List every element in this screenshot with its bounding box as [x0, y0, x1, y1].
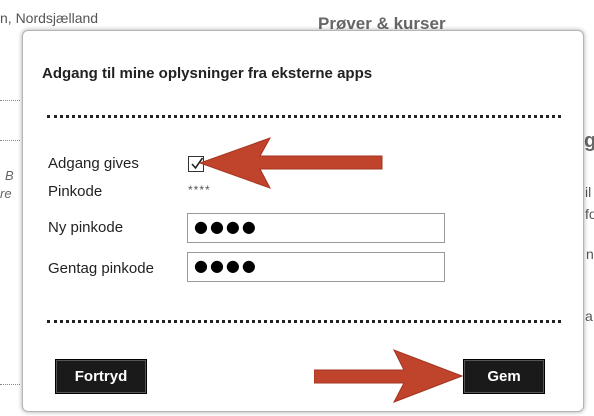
access-label: Adgang gives: [48, 155, 139, 172]
pin-access-dialog: Adgang til mine oplysninger fra eksterne…: [22, 30, 584, 412]
cancel-button[interactable]: Fortryd: [55, 359, 147, 394]
new-pin-input[interactable]: ●●●●: [187, 213, 445, 243]
pin-label: Pinkode: [48, 183, 103, 200]
bg-right-fragment: g: [584, 130, 594, 152]
bg-divider: [0, 384, 20, 385]
arrow-left-icon: [200, 137, 383, 189]
bg-location-text: n, Nordsjælland: [0, 10, 99, 26]
repeat-pin-label: Gentag pinkode: [48, 260, 154, 277]
bg-left-fragment: re: [0, 186, 12, 201]
arrow-right-icon: [314, 349, 464, 403]
dialog-title: Adgang til mine oplysninger fra eksterne…: [42, 65, 373, 82]
bg-right-fragment: fo: [585, 206, 594, 222]
repeat-pin-input[interactable]: ●●●●: [187, 252, 445, 282]
save-button[interactable]: Gem: [463, 359, 545, 394]
bg-right-fragment: n: [586, 246, 594, 262]
bg-right-fragment: il: [585, 184, 592, 200]
new-pin-label: Ny pinkode: [48, 219, 124, 236]
dialog-divider-bottom: [47, 320, 561, 323]
bg-right-fragment: a: [585, 308, 593, 324]
bg-divider: [0, 140, 20, 141]
bg-left-fragment: B: [5, 168, 14, 183]
dialog-divider-top: [47, 115, 561, 118]
bg-divider: [0, 100, 20, 101]
